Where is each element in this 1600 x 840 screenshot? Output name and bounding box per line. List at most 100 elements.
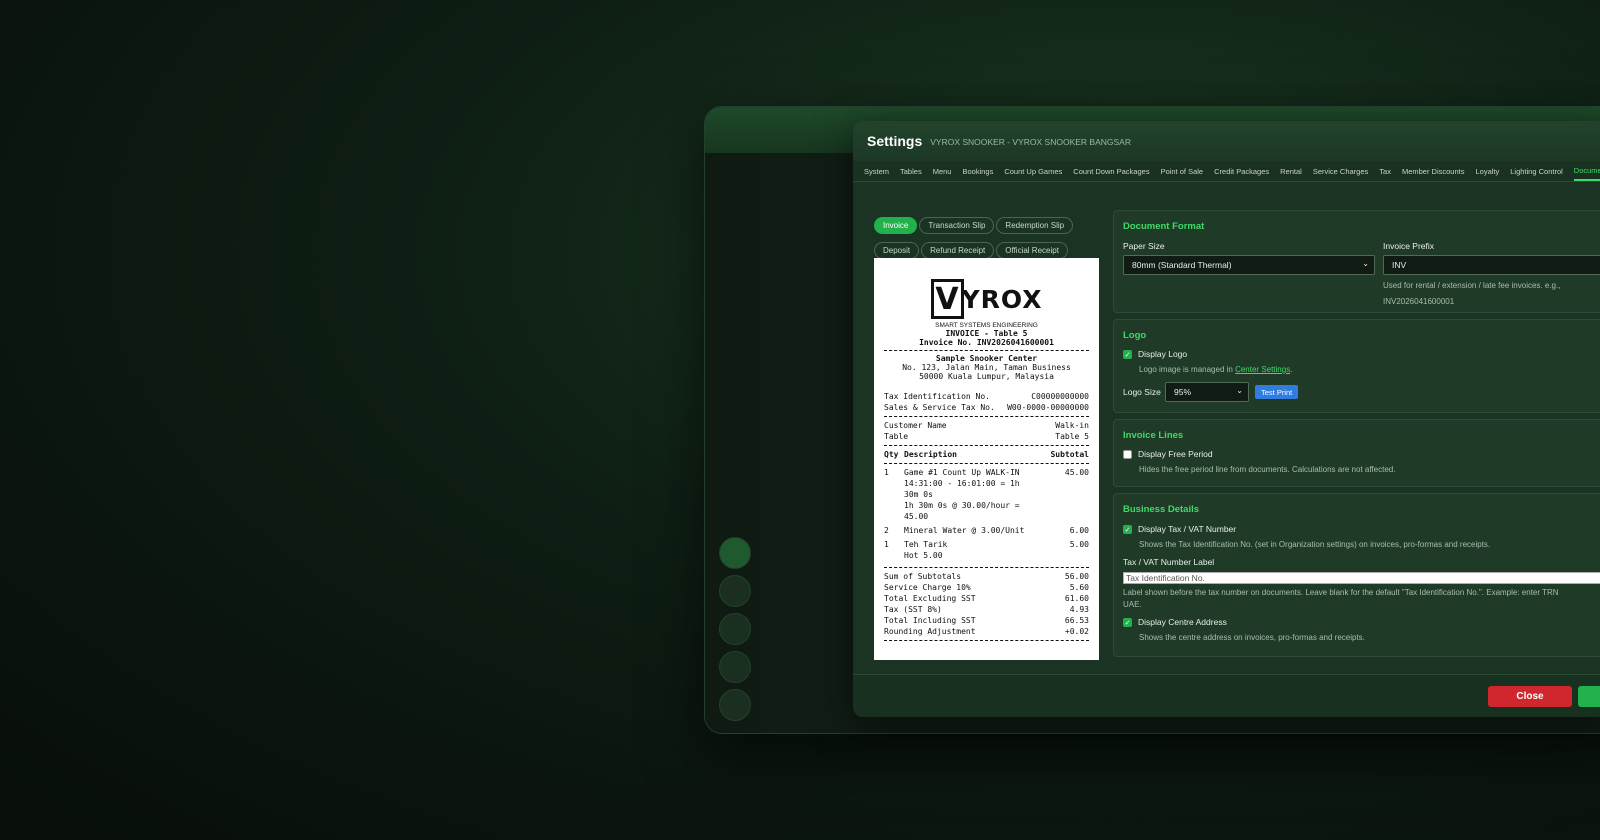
receipt-tax-row: Tax Identification No. C00000000000 (874, 391, 1099, 402)
settings-tabs: System Tables Menu Bookings Count Up Games Co… (853, 161, 1600, 182)
document-format-card: Document Format Paper Size 80mm (Standar… (1113, 210, 1600, 313)
logo-hint-suffix: . (1290, 365, 1293, 374)
prefix-hint-2: INV2026041600001 (1383, 297, 1455, 306)
rail-icon-4[interactable] (719, 651, 751, 683)
logo-card: Logo ✓ Display Logo Logo image is manage… (1113, 319, 1600, 413)
receipt-heading: INVOICE - Table 5 (945, 329, 1028, 338)
settings-modal: Settings VYROX SNOOKER - VYROX SNOOKER B… (853, 121, 1600, 717)
receipt-total-row: Total Excluding SST 61.60 (874, 593, 1099, 604)
center-settings-link[interactable]: Center Settings (1235, 365, 1290, 374)
vat-label-input[interactable]: Tax Identification No. (1123, 572, 1600, 584)
tab-service-charges[interactable]: Service Charges (1313, 163, 1368, 180)
background-side-rail (705, 153, 761, 733)
vat-label-title: Tax / VAT Number Label (1123, 557, 1215, 567)
tab-count-down-packages[interactable]: Count Down Packages (1073, 163, 1149, 180)
tab-lighting-control[interactable]: Lighting Control (1510, 163, 1563, 180)
item-qty: 1 (884, 468, 889, 477)
logo-size-label: Logo Size (1123, 387, 1161, 397)
logo-size-select[interactable]: 95% ⌄ (1165, 382, 1249, 402)
receipt-totals: Sum of Subtotals 56.00 Service Charge 10% 5… (874, 571, 1099, 637)
logo-text: YROX (961, 284, 1043, 314)
item-desc: Mineral Water @ 3.00/Unit (904, 526, 1025, 535)
modal-subtitle: VYROX SNOOKER - VYROX SNOOKER BANGSAR (930, 137, 1131, 147)
tab-document[interactable]: Document (1573, 162, 1600, 181)
receipt-total-row: Rounding Adjustment +0.02 (874, 626, 1099, 637)
receipt-logo: V YROX (930, 276, 1043, 322)
logo-tagline: SMART SYSTEMS ENGINEERING (935, 322, 1038, 329)
logo-mark: V (930, 279, 964, 319)
col-qty: Qty (884, 450, 899, 459)
tab-tables[interactable]: Tables (900, 163, 922, 180)
close-button[interactable]: Close (1488, 686, 1572, 707)
receipt-total-row: Service Charge 10% 5.60 (874, 582, 1099, 593)
document-format-title: Document Format (1123, 221, 1205, 232)
tab-loyalty[interactable]: Loyalty (1475, 163, 1499, 180)
paper-size-value: 80mm (Standard Thermal) (1132, 260, 1232, 270)
doc-type-chip-deposit[interactable]: Deposit (874, 242, 920, 259)
logo-hint: Logo image is managed in Center Settings… (1139, 365, 1292, 374)
modal-title: Settings (867, 133, 923, 149)
tab-member-discounts[interactable]: Member Discounts (1402, 163, 1465, 180)
display-tax-checkbox[interactable]: ✓ (1123, 525, 1132, 534)
tab-tax[interactable]: Tax (1379, 163, 1391, 180)
paper-size-select[interactable]: 80mm (Standard Thermal) ⌄ (1123, 255, 1375, 275)
total-value: 4.93 (1069, 605, 1089, 614)
rail-icon-2[interactable] (719, 575, 751, 607)
invoice-prefix-value: INV (1392, 260, 1407, 270)
business-details-title: Business Details (1123, 504, 1200, 515)
doc-type-chip-official-receipt[interactable]: Official Receipt (996, 242, 1068, 259)
total-value: 5.60 (1069, 583, 1089, 592)
item-desc: Teh Tarik (904, 540, 948, 549)
total-value: 66.53 (1064, 616, 1089, 625)
doc-type-chip-redemption-slip[interactable]: Redemption Slip (996, 217, 1074, 234)
receipt-sst-row: Sales & Service Tax No. W00-0000-0000000… (874, 402, 1099, 413)
tab-credit-packages[interactable]: Credit Packages (1214, 163, 1269, 180)
free-period-hint: Hides the free period line from document… (1139, 465, 1396, 474)
rail-icon-1[interactable] (719, 537, 751, 569)
logo-title: Logo (1123, 330, 1147, 341)
total-label: Rounding Adjustment (884, 627, 976, 636)
free-period-checkbox[interactable] (1123, 450, 1132, 459)
invoice-prefix-input[interactable]: INV (1383, 255, 1600, 275)
tab-bookings[interactable]: Bookings (962, 163, 993, 180)
rail-icon-3[interactable] (719, 613, 751, 645)
paper-size-label: Paper Size (1123, 241, 1165, 251)
document-preview-panel: Invoice Transaction Slip Redemption Slip De… (853, 206, 1106, 660)
rail-icon-5[interactable] (719, 689, 751, 721)
receipt-column-headers: Qty Description Subtotal (874, 449, 1099, 460)
tab-count-up-games[interactable]: Count Up Games (1004, 163, 1062, 180)
doc-type-chip-invoice[interactable]: Invoice (874, 217, 918, 234)
item-qty: 2 (884, 526, 889, 535)
receipt-total-row: Tax (SST 8%) 4.93 (874, 604, 1099, 615)
invoice-lines-title: Invoice Lines (1123, 430, 1184, 441)
display-logo-label: Display Logo (1138, 349, 1188, 359)
display-tax-label: Display Tax / VAT Number (1138, 524, 1237, 534)
receipt-customer-row: Customer Name Walk-in (874, 420, 1099, 431)
doc-type-chip-transaction-slip[interactable]: Transaction Slip (919, 217, 995, 234)
display-tax-hint: Shows the Tax Identification No. (set in… (1139, 540, 1491, 549)
item-detail-line: 30m 0s (904, 490, 933, 499)
receipt-address-1: No. 123, Jalan Main, Taman Business (902, 363, 1071, 372)
total-value: 61.60 (1064, 594, 1089, 603)
tax-value: C00000000000 (1031, 392, 1089, 401)
tab-system[interactable]: System (864, 163, 889, 180)
tax-label: Tax Identification No. (884, 392, 990, 401)
save-button[interactable] (1578, 686, 1600, 707)
tab-rental[interactable]: Rental (1280, 163, 1302, 180)
item-detail-line: 1h 30m 0s @ 30.00/hour = (904, 501, 1020, 510)
item-detail-line: Hot 5.00 (904, 551, 943, 560)
receipt-total-row: Total Including SST 66.53 (874, 615, 1099, 626)
invoice-lines-card: Invoice Lines Display Free Period Hides … (1113, 419, 1600, 487)
total-value: 56.00 (1064, 572, 1089, 581)
test-print-button[interactable]: Test Print (1255, 385, 1299, 399)
tab-menu[interactable]: Menu (933, 163, 952, 180)
tab-point-of-sale[interactable]: Point of Sale (1161, 163, 1204, 180)
display-logo-checkbox[interactable]: ✓ (1123, 350, 1132, 359)
doc-type-chip-refund-receipt[interactable]: Refund Receipt (921, 242, 995, 259)
sst-value: W00-0000-00000000 (1007, 403, 1089, 412)
display-address-checkbox[interactable]: ✓ (1123, 618, 1132, 627)
receipt-invoice-no: Invoice No. INV2026041600001 (919, 338, 1054, 347)
receipt-preview: V YROX SMART SYSTEMS ENGINEERING INVOICE… (874, 258, 1099, 660)
table-value: Table 5 (1055, 432, 1089, 441)
prefix-hint-1: Used for rental / extension / late fee i… (1383, 281, 1561, 290)
